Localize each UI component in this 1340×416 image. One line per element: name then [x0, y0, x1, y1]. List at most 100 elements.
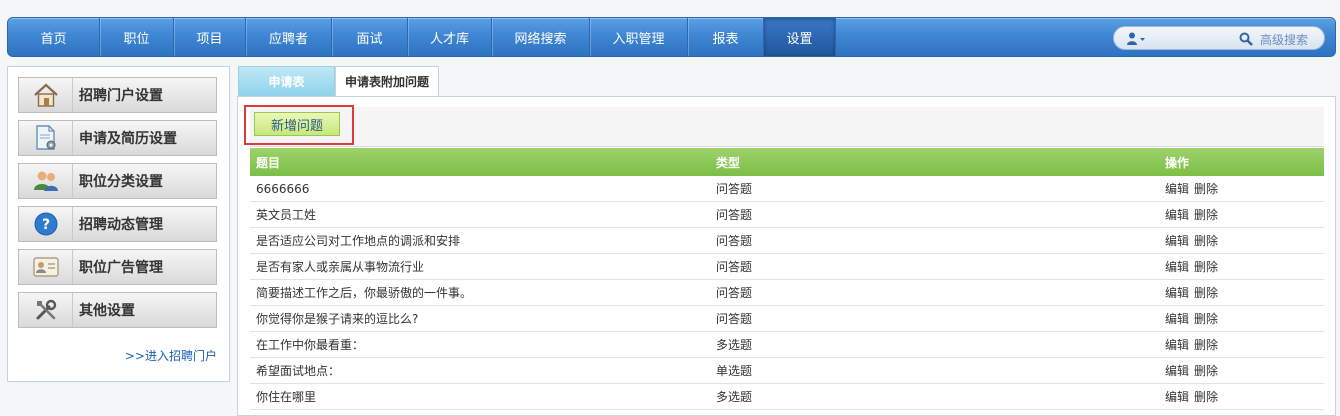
question-title: 英文员工姓 [256, 208, 317, 222]
delete-link[interactable]: 删除 [1194, 258, 1218, 275]
sidebar-item-job-ads[interactable]: 职位广告管理 [18, 249, 217, 285]
sidebar-item-other-settings[interactable]: 其他设置 [18, 292, 217, 328]
tab-application-form[interactable]: 申请表 [238, 66, 335, 96]
search-icon[interactable] [1238, 31, 1254, 47]
svg-text:?: ? [41, 217, 49, 233]
row-actions: 编辑 删除 [1165, 384, 1223, 409]
sidebar-item-label: 职位分类设置 [79, 174, 163, 190]
nav-item-onboarding[interactable]: 入职管理 [590, 18, 688, 56]
row-actions: 编辑 删除 [1165, 358, 1223, 383]
delete-link[interactable]: 删除 [1194, 284, 1218, 301]
delete-link[interactable]: 删除 [1194, 232, 1218, 249]
advanced-search-link[interactable]: 高级搜索 [1260, 31, 1308, 48]
table-row: 简要描述工作之后，你最骄傲的一件事。 问答题 编辑 删除 [250, 280, 1324, 306]
sidebar-item-recruitment-news[interactable]: ? 招聘动态管理 [18, 206, 217, 242]
question-title: 你觉得你是猴子请来的逗比么? [256, 312, 419, 326]
nav-item-talent-pool[interactable]: 人才库 [408, 18, 492, 56]
delete-link[interactable]: 删除 [1194, 206, 1218, 223]
question-title: 希望面试地点： [256, 364, 341, 378]
sidebar-item-label: 招聘动态管理 [79, 217, 163, 233]
edit-link[interactable]: 编辑 [1165, 232, 1189, 249]
delete-link[interactable]: 删除 [1194, 388, 1218, 405]
table-row: 6666666 问答题 编辑 删除 [250, 176, 1324, 202]
table-row: 是否有家人或亲属从事物流行业 问答题 编辑 删除 [250, 254, 1324, 280]
home-icon [19, 78, 73, 112]
question-title: 是否适应公司对工作地点的调派和安排 [256, 234, 461, 248]
main-content: 申请表 申请表附加问题 新增问题 题目 类型 操作 6666666 问答题 编辑 删除… [237, 66, 1336, 416]
enter-portal-link[interactable]: >>进入招聘门户 [125, 347, 217, 364]
question-title: 6666666 [256, 181, 310, 196]
nav-item-positions[interactable]: 职位 [100, 18, 174, 56]
document-settings-icon [19, 121, 73, 155]
tab-additional-questions[interactable]: 申请表附加问题 [335, 66, 439, 96]
question-type: 多选题 [716, 390, 753, 404]
sidebar-item-portal-settings[interactable]: 招聘门户设置 [18, 77, 217, 113]
question-type: 问答题 [716, 182, 753, 196]
question-type: 问答题 [716, 312, 753, 326]
row-actions: 编辑 删除 [1165, 228, 1223, 253]
sidebar-item-label: 申请及简历设置 [79, 131, 177, 147]
row-actions: 编辑 删除 [1165, 306, 1223, 331]
row-actions: 编辑 删除 [1165, 176, 1223, 201]
nav-item-reports[interactable]: 报表 [688, 18, 764, 56]
questions-panel: 新增问题 题目 类型 操作 6666666 问答题 编辑 删除 英文员工姓 问答题 编辑 删除… [237, 96, 1336, 416]
questions-table: 题目 类型 操作 6666666 问答题 编辑 删除 英文员工姓 问答题 编辑 删除 是否适应公… [250, 148, 1324, 410]
question-type: 问答题 [716, 286, 753, 300]
id-card-icon [19, 250, 73, 284]
question-title: 你住在哪里 [256, 390, 317, 404]
sidebar-item-label: 其他设置 [79, 303, 135, 319]
table-row: 英文员工姓 问答题 编辑 删除 [250, 202, 1324, 228]
nav-item-interviews[interactable]: 面试 [332, 18, 408, 56]
nav-item-applicants[interactable]: 应聘者 [246, 18, 332, 56]
users-group-icon [19, 164, 73, 198]
edit-link[interactable]: 编辑 [1165, 310, 1189, 327]
delete-link[interactable]: 删除 [1194, 180, 1218, 197]
toolbar [250, 107, 1324, 147]
question-title: 是否有家人或亲属从事物流行业 [256, 260, 425, 274]
table-row: 你觉得你是猴子请来的逗比么? 问答题 编辑 删除 [250, 306, 1324, 332]
question-title: 简要描述工作之后，你最骄傲的一件事。 [256, 286, 473, 300]
table-row: 在工作中你最看重： 多选题 编辑 删除 [250, 332, 1324, 358]
sidebar-item-label: 职位广告管理 [79, 260, 163, 276]
question-type: 问答题 [716, 208, 753, 222]
delete-link[interactable]: 删除 [1194, 362, 1218, 379]
top-nav-bar: 首页 职位 项目 应聘者 面试 人才库 网络搜索 入职管理 报表 设置 高级搜索 [7, 17, 1336, 57]
question-type: 问答题 [716, 234, 753, 248]
delete-link[interactable]: 删除 [1194, 310, 1218, 327]
nav-item-home[interactable]: 首页 [8, 18, 100, 56]
edit-link[interactable]: 编辑 [1165, 362, 1189, 379]
question-title: 在工作中你最看重： [256, 338, 365, 352]
edit-link[interactable]: 编辑 [1165, 180, 1189, 197]
column-header-actions: 操作 [1165, 155, 1190, 170]
help-circle-icon: ? [19, 207, 73, 241]
edit-link[interactable]: 编辑 [1165, 388, 1189, 405]
settings-sidebar: 招聘门户设置 申请及简历设置 职位分类设置 ? 招聘动态管理 职位广告管理 其他… [7, 66, 230, 382]
table-row: 希望面试地点： 单选题 编辑 删除 [250, 358, 1324, 384]
edit-link[interactable]: 编辑 [1165, 336, 1189, 353]
sidebar-item-application-resume-settings[interactable]: 申请及简历设置 [18, 120, 217, 156]
add-question-button[interactable]: 新增问题 [254, 112, 340, 136]
sidebar-item-label: 招聘门户设置 [79, 88, 163, 104]
row-actions: 编辑 删除 [1165, 202, 1223, 227]
row-actions: 编辑 删除 [1165, 332, 1223, 357]
tools-icon [19, 293, 73, 327]
row-actions: 编辑 删除 [1165, 254, 1223, 279]
tab-bar: 申请表 申请表附加问题 [237, 66, 1336, 96]
row-actions: 编辑 删除 [1165, 280, 1223, 305]
table-row: 是否适应公司对工作地点的调派和安排 问答题 编辑 删除 [250, 228, 1324, 254]
column-header-type: 类型 [716, 155, 741, 170]
question-type: 多选题 [716, 338, 753, 352]
edit-link[interactable]: 编辑 [1165, 284, 1189, 301]
column-header-title: 题目 [256, 155, 281, 170]
sidebar-item-position-category-settings[interactable]: 职位分类设置 [18, 163, 217, 199]
edit-link[interactable]: 编辑 [1165, 206, 1189, 223]
question-type: 问答题 [716, 260, 753, 274]
nav-item-projects[interactable]: 项目 [174, 18, 246, 56]
nav-item-web-search[interactable]: 网络搜索 [492, 18, 590, 56]
user-dropdown-icon[interactable] [1126, 31, 1146, 47]
nav-item-settings[interactable]: 设置 [764, 18, 836, 56]
delete-link[interactable]: 删除 [1194, 336, 1218, 353]
search-box[interactable]: 高级搜索 [1113, 26, 1325, 50]
edit-link[interactable]: 编辑 [1165, 258, 1189, 275]
table-row: 你住在哪里 多选题 编辑 删除 [250, 384, 1324, 410]
